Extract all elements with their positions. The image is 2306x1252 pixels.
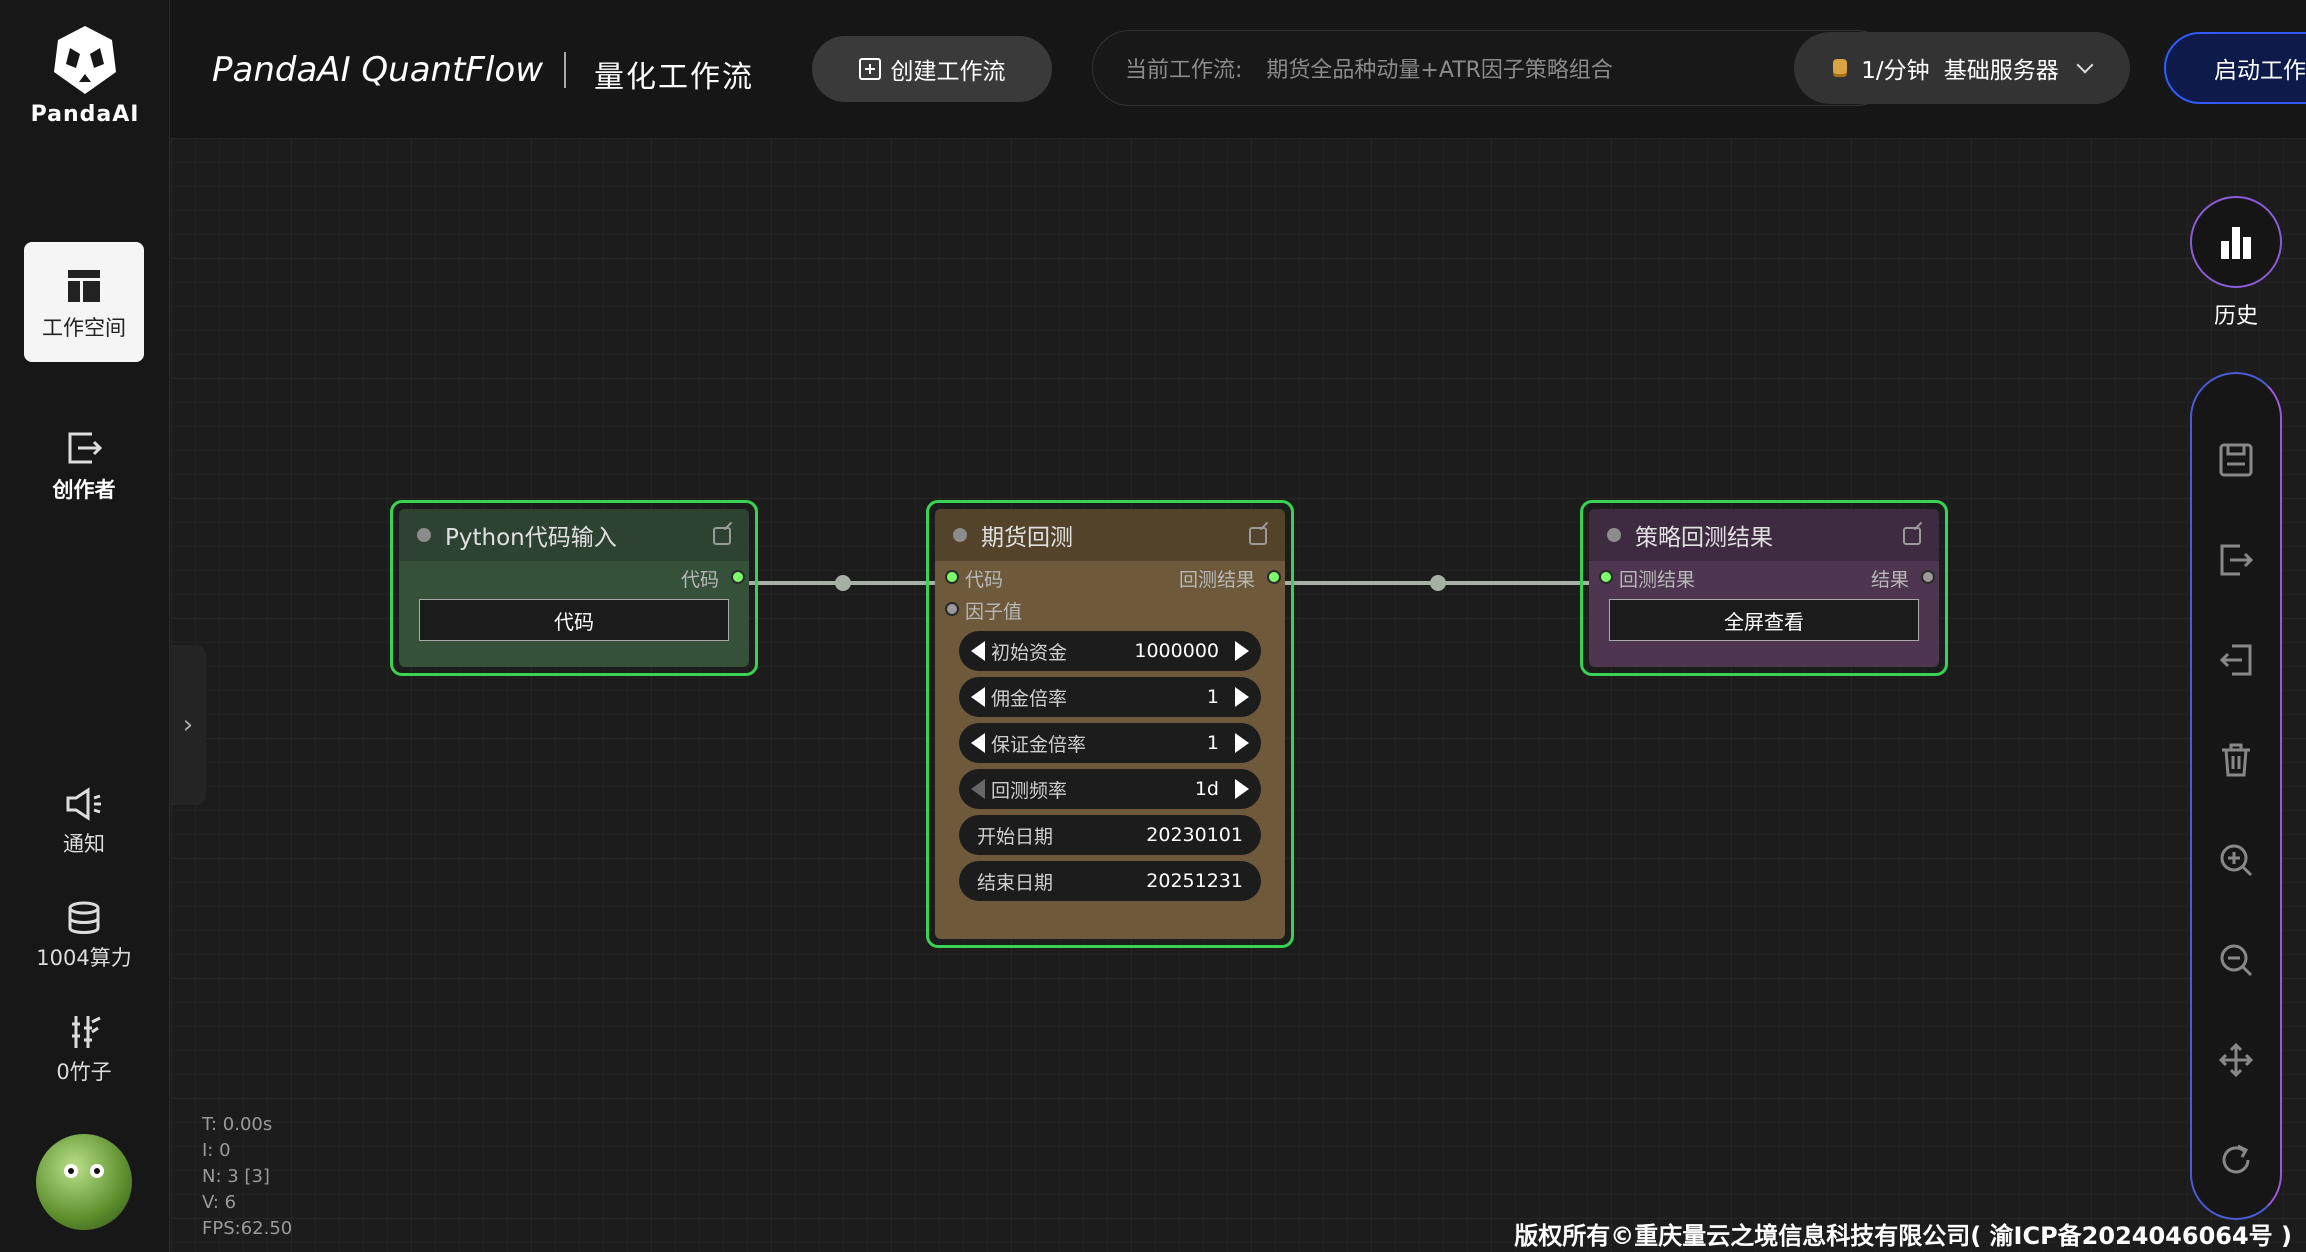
stat-time: T: 0.00s: [202, 1114, 273, 1135]
save-icon: [2219, 443, 2253, 477]
edit-icon[interactable]: [713, 527, 731, 545]
output-port[interactable]: [731, 570, 745, 584]
output-port[interactable]: [1921, 570, 1935, 584]
export-tool[interactable]: [2192, 530, 2280, 590]
zoom-out-tool[interactable]: [2192, 930, 2280, 990]
delete-tool[interactable]: [2192, 730, 2280, 790]
edit-icon[interactable]: [1903, 527, 1921, 545]
input-label: 因子值: [965, 601, 1023, 623]
link-midpoint[interactable]: [835, 575, 851, 591]
node-futures-backtest[interactable]: 期货回测 代码 回测结果 因子值 初始资金 1000000 佣金倍率 1 保证金…: [926, 500, 1294, 948]
input-port-code[interactable]: [945, 570, 959, 584]
widget-label: 佣金倍率: [991, 687, 1068, 710]
widget-commission-rate[interactable]: 佣金倍率 1: [959, 677, 1261, 717]
zoom-in-icon: [2220, 844, 2253, 877]
move-arrows-icon: [2218, 1042, 2254, 1078]
end-date-field[interactable]: 结束日期 20251231: [959, 861, 1261, 901]
stat-fps: FPS:62.50: [202, 1218, 293, 1239]
widget-label: 初始资金: [991, 641, 1068, 664]
stat-nodes: N: 3 [3]: [202, 1166, 270, 1187]
history-label: 历史: [2213, 304, 2258, 329]
app-root: PandaAI 工作空间 创作者 通知 1004算力 0竹子 PandaAI Q…: [0, 0, 2306, 1252]
input-label: 代码: [965, 569, 1004, 591]
decrement-arrow-icon[interactable]: [971, 733, 985, 753]
node-title: Python代码输入: [445, 525, 617, 551]
widget-label: 结束日期: [977, 871, 1054, 894]
start-workflow-label: 启动工作: [2214, 58, 2306, 84]
port-row-result: 回测结果 结果: [1589, 561, 1939, 593]
node-body: 策略回测结果 回测结果 结果 全屏查看: [1589, 509, 1939, 667]
code-button[interactable]: 代码: [419, 599, 729, 641]
node-status-dot: [953, 528, 967, 542]
node-title: 策略回测结果: [1635, 525, 1773, 551]
refresh-tool[interactable]: [2192, 1130, 2280, 1190]
widget-label: 开始日期: [977, 825, 1054, 848]
widget-initial-capital[interactable]: 初始资金 1000000: [959, 631, 1261, 671]
output-port[interactable]: [1267, 570, 1281, 584]
decrement-arrow-icon[interactable]: [971, 779, 985, 799]
input-label: 回测结果: [1619, 569, 1696, 591]
node-header[interactable]: 策略回测结果: [1589, 509, 1939, 561]
widget-value: 20230101: [1146, 824, 1243, 846]
node-header[interactable]: 期货回测: [935, 509, 1285, 561]
move-tool[interactable]: [2192, 1030, 2280, 1090]
widget-value: 20251231: [1146, 870, 1243, 892]
port-row-output: 代码: [399, 561, 749, 593]
input-port-factor[interactable]: [945, 602, 959, 616]
node-status-dot: [1607, 528, 1621, 542]
import-tool[interactable]: [2192, 630, 2280, 690]
widget-backtest-frequency[interactable]: 回测频率 1d: [959, 769, 1261, 809]
start-workflow-button[interactable]: 启动工作: [2164, 32, 2306, 104]
trash-icon: [2222, 743, 2250, 777]
increment-arrow-icon[interactable]: [1235, 641, 1249, 661]
node-body: Python代码输入 代码 代码: [399, 509, 749, 667]
port-row-factor: 因子值: [935, 593, 1285, 625]
widget-value: 1000000: [1134, 640, 1219, 662]
increment-arrow-icon[interactable]: [1235, 733, 1249, 753]
node-title: 期货回测: [981, 525, 1073, 551]
widget-value: 1d: [1194, 778, 1219, 800]
input-port[interactable]: [1599, 570, 1613, 584]
zoom-in-tool[interactable]: [2192, 830, 2280, 890]
widget-value: 1: [1206, 732, 1219, 754]
widget-label: 保证金倍率: [991, 733, 1087, 756]
export-icon: [2220, 544, 2254, 576]
link-midpoint[interactable]: [1430, 575, 1446, 591]
start-date-field[interactable]: 开始日期 20230101: [959, 815, 1261, 855]
refresh-icon: [2222, 1144, 2250, 1174]
history-button[interactable]: [2190, 196, 2282, 288]
save-tool[interactable]: [2192, 430, 2280, 490]
decrement-arrow-icon[interactable]: [971, 641, 985, 661]
node-body: 期货回测 代码 回测结果 因子值 初始资金 1000000 佣金倍率 1 保证金…: [935, 509, 1285, 939]
output-label: 结果: [1870, 569, 1909, 591]
canvas-toolbar: [2190, 372, 2282, 1220]
edit-icon[interactable]: [1249, 527, 1267, 545]
increment-arrow-icon[interactable]: [1235, 779, 1249, 799]
node-status-dot: [417, 528, 431, 542]
stat-v: V: 6: [202, 1192, 237, 1213]
bar-chart-icon: [2221, 227, 2251, 259]
stat-i: I: 0: [202, 1140, 231, 1161]
fullscreen-view-label: 全屏查看: [1724, 609, 1804, 634]
port-row-code: 代码 回测结果: [935, 561, 1285, 593]
node-python-input[interactable]: Python代码输入 代码 代码: [390, 500, 758, 676]
decrement-arrow-icon[interactable]: [971, 687, 985, 707]
output-label: 代码: [680, 569, 719, 591]
code-button-label: 代码: [554, 609, 594, 634]
widget-margin-rate[interactable]: 保证金倍率 1: [959, 723, 1261, 763]
node-header[interactable]: Python代码输入: [399, 509, 749, 561]
zoom-out-icon: [2220, 944, 2253, 977]
widget-label: 回测频率: [991, 779, 1068, 802]
render-stats: T: 0.00s I: 0 N: 3 [3] V: 6 FPS:62.50: [202, 1112, 292, 1242]
increment-arrow-icon[interactable]: [1235, 687, 1249, 707]
output-label: 回测结果: [1178, 569, 1255, 591]
import-icon: [2219, 644, 2252, 676]
copyright-footer: 版权所有©重庆量云之境信息科技有限公司( 渝ICP备2024046064号 ): [1514, 1222, 2292, 1250]
widget-value: 1: [1206, 686, 1219, 708]
node-backtest-result[interactable]: 策略回测结果 回测结果 结果 全屏查看: [1580, 500, 1948, 676]
fullscreen-view-button[interactable]: 全屏查看: [1609, 599, 1919, 641]
